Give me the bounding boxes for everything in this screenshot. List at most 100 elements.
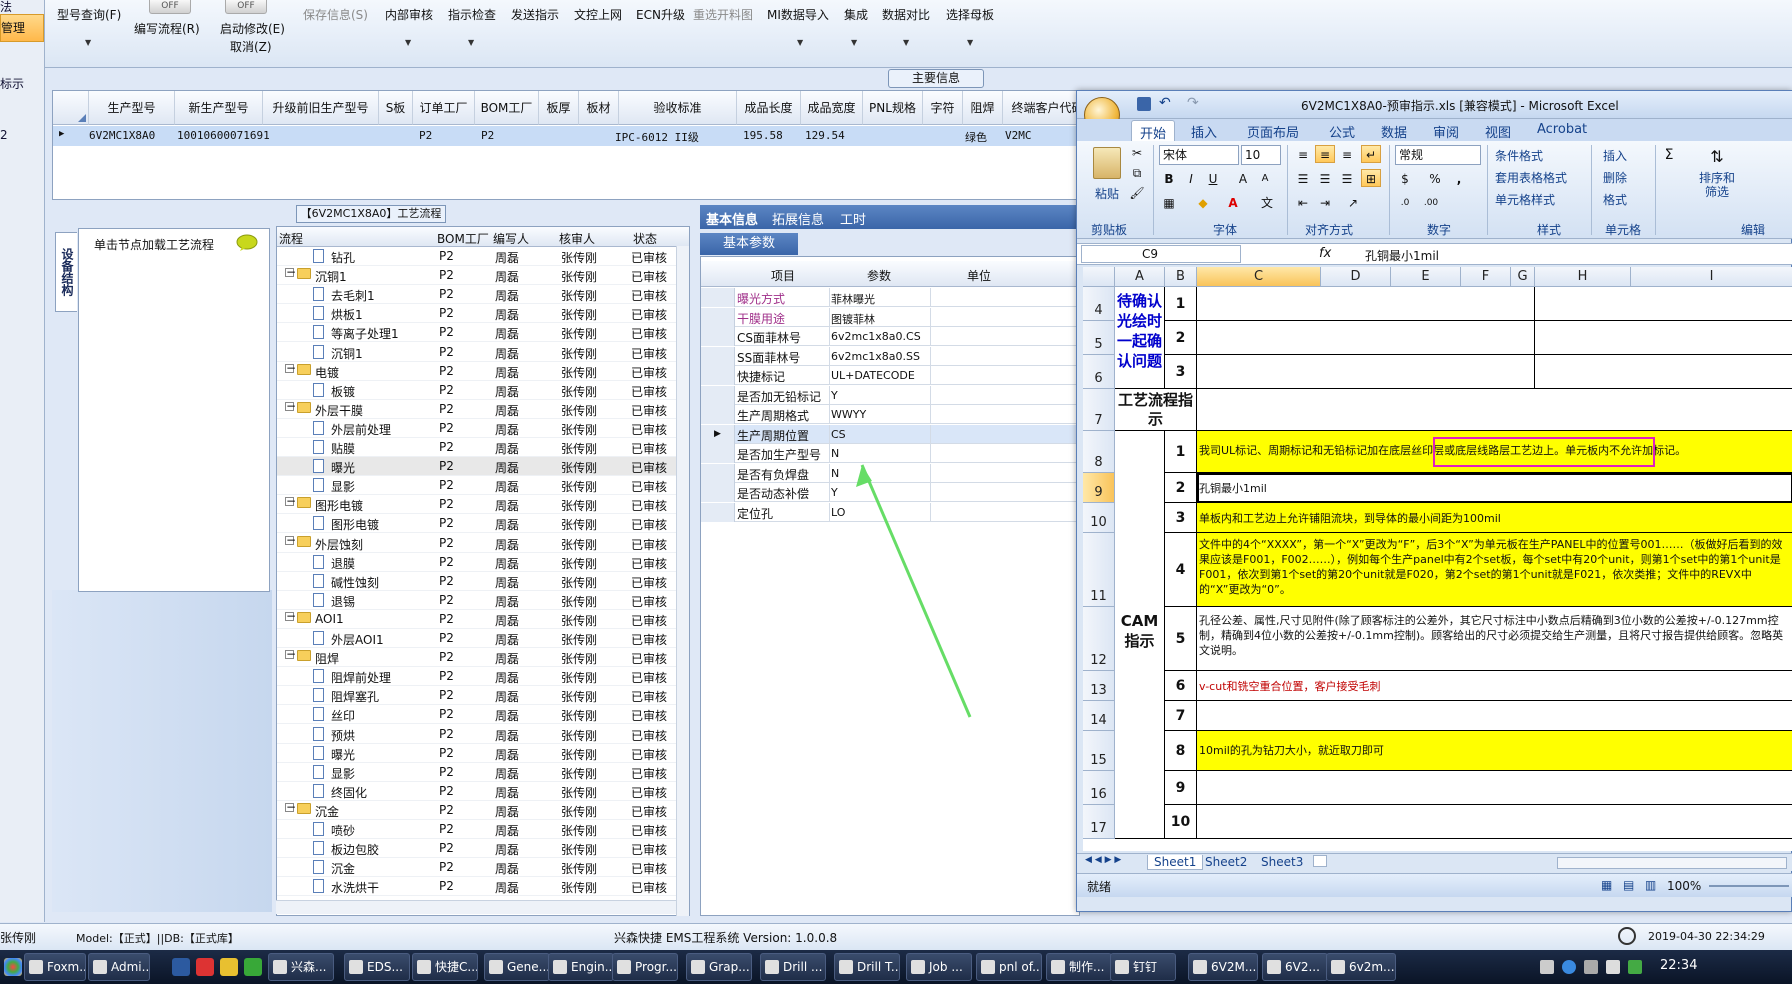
instruction-cell-7[interactable] [1197,701,1792,731]
vertical-scrollbar[interactable] [676,246,689,916]
underline-icon[interactable]: U [1203,169,1223,187]
strip-item-2[interactable]: 标示 [0,75,24,92]
table-row[interactable]: − 阻焊 P2 周磊 张传刚 已审核 [277,648,677,668]
taskbar-item[interactable]: Progr... [612,953,678,981]
sheet-tab-1[interactable]: Sheet1 [1147,855,1204,870]
num-cell[interactable]: 3 [1165,503,1197,533]
param-row[interactable]: 快捷标记 UL+DATECODE [701,366,1081,385]
table-format-button[interactable]: 套用表格格式 [1495,169,1567,186]
table-row[interactable]: − 沉金 P2 周磊 张传刚 已审核 [277,801,677,820]
strip-item-top[interactable]: 法 [0,0,12,15]
chat-bubble-icon[interactable] [236,234,258,252]
zoom-slider[interactable] [1709,885,1789,887]
num-cell[interactable]: 1 [1165,431,1197,473]
param-row[interactable]: 生产周期格式 WWYY [701,405,1081,424]
num-cell[interactable]: 1 [1165,287,1197,321]
tab-basic-info[interactable]: 基本信息 [706,209,758,228]
tab-extended-info[interactable]: 拓展信息 [772,209,824,228]
quicklaunch-icon[interactable] [220,958,238,976]
table-row[interactable]: ▶ 6V2MC1X8A0 10010600071691 P2 P2 IPC-60… [53,126,1093,146]
collapse-icon[interactable]: − [285,266,296,278]
row-header[interactable]: 13 [1083,671,1115,701]
col-header[interactable]: 参数 [867,267,891,284]
table-row[interactable]: 钻孔 P2 周磊 张传刚 已审核 [277,247,677,266]
table-row[interactable]: 图形电镀 P2 周磊 张传刚 已审核 [277,514,677,534]
start-modify-toggle[interactable]: OFF [225,0,267,14]
table-row[interactable]: 贴膜 P2 周磊 张传刚 已审核 [277,438,677,457]
instruction-cell-6[interactable]: v-cut和铣空重合位置，客户接受毛刺 [1197,671,1792,701]
taskbar-item[interactable]: Job ... [906,953,972,981]
table-row[interactable]: 板镀 P2 周磊 张传刚 已审核 [277,381,677,400]
cell-customer[interactable]: V2MC [1005,129,1032,142]
content-cell[interactable] [1197,321,1535,355]
param-row[interactable]: 是否加无铅标记 Y [701,385,1081,405]
taskbar-item[interactable]: 钉钉 [1110,953,1176,981]
param-value[interactable]: Y [831,486,838,499]
wrap-text-icon[interactable]: ↵ [1361,145,1381,163]
edit-flow-button[interactable]: 编写流程(R) [134,20,200,37]
help-icon[interactable] [1562,960,1576,974]
table-row[interactable]: 烘板1 P2 周磊 张传刚 已审核 [277,304,677,324]
confirm-label-cell[interactable]: 待确认光绘时一起确认问题 [1115,287,1165,389]
edit-flow-toggle[interactable]: OFF [149,0,191,14]
type-query-button[interactable]: 型号查询(F) [57,6,121,23]
col-header[interactable]: 板材 [579,91,619,125]
param-value[interactable]: LO [831,506,845,519]
orientation-icon[interactable]: ↗ [1343,193,1363,211]
col-header[interactable]: 生产型号 [89,91,175,125]
taskbar-item[interactable]: 6V2... [1262,953,1328,981]
tab-page-layout[interactable]: 页面布局 [1247,122,1299,141]
row-header[interactable]: 9 [1083,473,1115,503]
sort-filter-icon[interactable]: ⇅ [1707,147,1727,166]
instruction-check-button[interactable]: 指示检查 [448,6,496,23]
start-modify-button[interactable]: 启动修改(E) [220,20,285,37]
collapse-icon[interactable]: − [285,400,296,412]
tab-review[interactable]: 审阅 [1433,122,1459,141]
col-header[interactable]: 字符 [923,91,963,125]
format-cells-button[interactable]: 格式 [1603,191,1627,208]
content-cell[interactable] [1535,355,1792,389]
taskbar-item[interactable]: EDS... [344,953,410,981]
horizontal-scrollbar[interactable] [276,900,676,914]
col-header[interactable]: H [1535,267,1631,287]
num-cell[interactable]: 8 [1165,731,1197,771]
upload-button[interactable]: 文控上网 [574,6,622,23]
num-cell[interactable]: 5 [1165,607,1197,671]
font-size-select[interactable]: 10 [1241,145,1281,165]
instruction-cell-10[interactable] [1197,805,1792,839]
col-header[interactable]: 核审人 [559,230,595,247]
cancel-button[interactable]: 取消(Z) [230,38,272,55]
network-icon[interactable] [1584,960,1598,974]
main-info-tab[interactable]: 主要信息 [888,69,984,88]
align-left-icon[interactable]: ☰ [1293,169,1313,187]
row-header[interactable]: 6 [1083,355,1115,389]
quicklaunch-icon[interactable] [172,958,190,976]
tab-formulas[interactable]: 公式 [1329,122,1355,141]
font-name-select[interactable]: 宋体 [1159,145,1239,165]
redo-icon[interactable]: ↷ [1187,95,1199,111]
quicklaunch-icon[interactable] [196,958,214,976]
align-top-icon[interactable]: ≡ [1293,145,1313,163]
cell-style-button[interactable]: 单元格样式 [1495,191,1555,208]
font-color-icon[interactable]: A [1223,193,1243,211]
col-header[interactable]: 升级前旧生产型号 [263,91,379,125]
table-row[interactable]: 等离子处理1 P2 周磊 张传刚 已审核 [277,323,677,343]
param-value[interactable]: 图镀菲林 [831,311,875,327]
table-row[interactable]: 曝光 P2 周磊 张传刚 已审核 [277,744,677,763]
param-row[interactable]: 干膜用途 图镀菲林 [701,307,1081,327]
italic-icon[interactable]: I [1181,169,1201,187]
param-value[interactable]: N [831,447,839,460]
col-header[interactable]: 成品宽度 [801,91,863,125]
num-cell[interactable]: 9 [1165,771,1197,805]
fill-color-icon[interactable]: ◆ [1193,193,1213,211]
sheet-nav-icon[interactable]: ◀ ◀ ▶ ▶ [1085,855,1121,865]
cam-label-cell[interactable]: CAM指示 [1115,431,1165,839]
save-info-button[interactable]: 保存信息(S) [303,6,368,23]
table-row[interactable]: 退膜 P2 周磊 张传刚 已审核 [277,553,677,572]
col-header[interactable]: PNL规格 [863,91,923,125]
instruction-cell-9[interactable] [1197,771,1792,805]
chevron-down-icon[interactable]: ▼ [85,38,91,47]
tab-insert[interactable]: 插入 [1191,122,1217,141]
param-value[interactable]: UL+DATECODE [831,369,915,382]
chevron-down-icon[interactable]: ▼ [903,38,909,47]
